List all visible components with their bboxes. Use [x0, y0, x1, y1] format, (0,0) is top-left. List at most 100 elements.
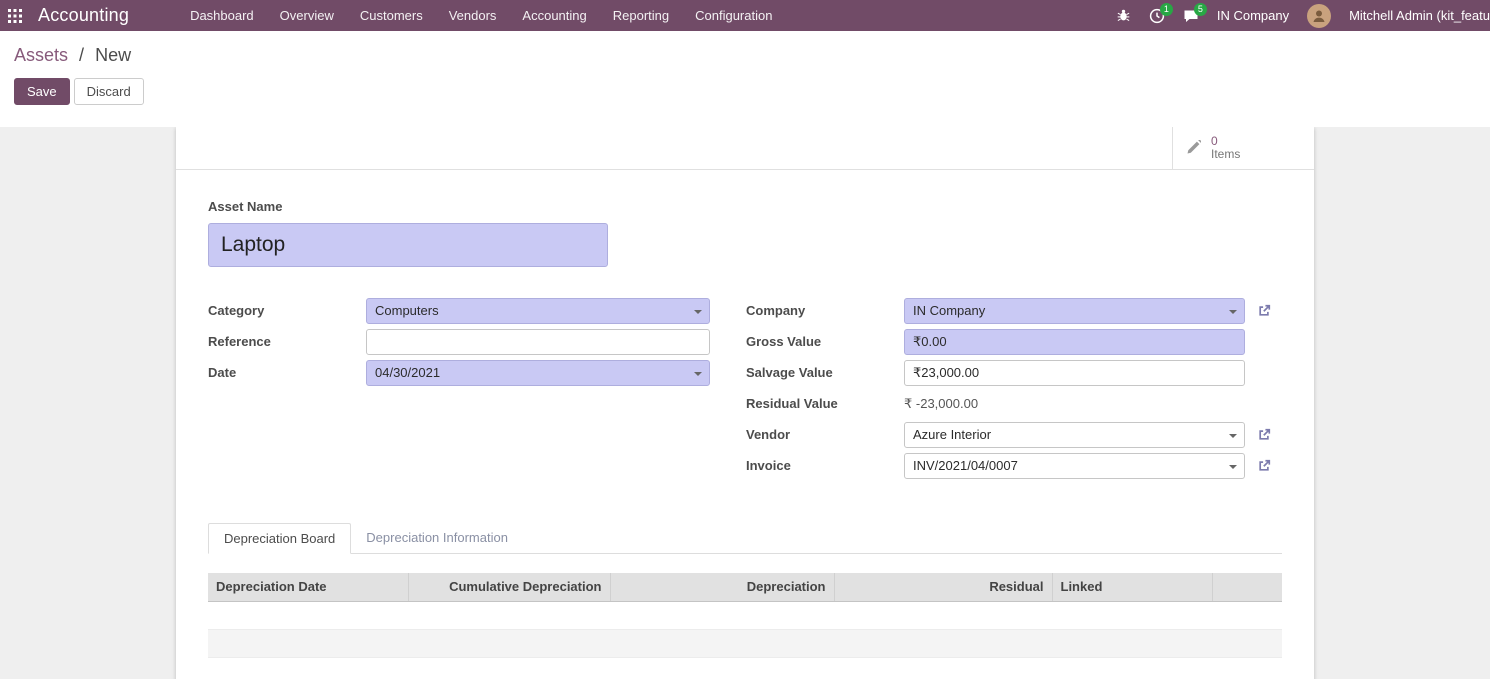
table-row [208, 601, 1282, 629]
asset-name-block: Asset Name [208, 198, 1282, 267]
col-residual[interactable]: Residual [834, 573, 1052, 601]
invoice-external-button[interactable] [1257, 458, 1272, 473]
discard-button[interactable]: Discard [74, 78, 144, 105]
company-row: Company IN Company [746, 295, 1282, 326]
vendor-label: Vendor [746, 427, 904, 442]
top-navbar: Accounting Dashboard Overview Customers … [0, 0, 1490, 31]
form-left-column: Category Computers Reference Date 04/ [208, 295, 710, 481]
vendor-value: Azure Interior [913, 427, 991, 442]
external-link-icon [1257, 303, 1272, 318]
menu-dashboard[interactable]: Dashboard [177, 0, 267, 31]
vendor-external-button[interactable] [1257, 427, 1272, 442]
chevron-down-icon [1229, 310, 1237, 314]
asset-name-label: Asset Name [208, 199, 282, 214]
residual-value-row: Residual Value ₹ -23,000.00 [746, 388, 1282, 419]
breadcrumb-separator: / [79, 45, 84, 65]
invoice-label: Invoice [746, 458, 904, 473]
col-actions [1212, 573, 1282, 601]
gross-value-input[interactable] [904, 329, 1245, 355]
gross-value-label: Gross Value [746, 334, 904, 349]
salvage-value-row: Salvage Value [746, 357, 1282, 388]
gross-value-row: Gross Value [746, 326, 1282, 357]
messages-button[interactable]: 5 [1183, 8, 1199, 24]
menu-configuration[interactable]: Configuration [682, 0, 785, 31]
items-label: Items [1211, 148, 1240, 161]
bug-icon [1116, 8, 1131, 23]
form-statbar: 0 Items [176, 127, 1314, 170]
menu-reporting[interactable]: Reporting [600, 0, 682, 31]
table-header-row: Depreciation Date Cumulative Depreciatio… [208, 573, 1282, 601]
form-action-buttons: Save Discard [14, 78, 1476, 105]
table-row [208, 629, 1282, 657]
topbar-systray: 1 5 IN Company Mitchell Admin (kit_featu [1106, 4, 1490, 28]
salvage-value-label: Salvage Value [746, 365, 904, 380]
reference-label: Reference [208, 334, 366, 349]
residual-value: ₹ -23,000.00 [904, 396, 978, 412]
company-switcher[interactable]: IN Company [1217, 8, 1289, 23]
activity-badge: 1 [1160, 3, 1173, 16]
invoice-select[interactable]: INV/2021/04/0007 [904, 453, 1245, 479]
form-right-column: Company IN Company Gross Value [746, 295, 1282, 481]
category-value: Computers [375, 303, 439, 318]
activities-button[interactable]: 1 [1149, 8, 1165, 24]
category-row: Category Computers [208, 295, 710, 326]
category-label: Category [208, 303, 366, 318]
chevron-down-icon [1229, 465, 1237, 469]
external-link-icon [1257, 427, 1272, 442]
breadcrumb: Assets / New [14, 45, 1476, 66]
company-select[interactable]: IN Company [904, 298, 1245, 324]
menu-overview[interactable]: Overview [267, 0, 347, 31]
apps-menu-button[interactable] [0, 0, 30, 31]
chevron-down-icon [694, 310, 702, 314]
app-name[interactable]: Accounting [38, 5, 129, 26]
vendor-row: Vendor Azure Interior [746, 419, 1282, 450]
user-silhouette-icon [1311, 8, 1327, 24]
tab-depreciation-information[interactable]: Depreciation Information [351, 523, 523, 553]
col-depreciation[interactable]: Depreciation [610, 573, 834, 601]
salvage-value-input[interactable] [904, 360, 1245, 386]
reference-input[interactable] [366, 329, 710, 355]
avatar[interactable] [1307, 4, 1331, 28]
messages-badge: 5 [1194, 3, 1207, 16]
items-stat-button[interactable]: 0 Items [1172, 127, 1314, 169]
main-menu: Dashboard Overview Customers Vendors Acc… [177, 0, 785, 31]
depreciation-table: Depreciation Date Cumulative Depreciatio… [208, 573, 1282, 679]
content-area: 0 Items Asset Name Category Computers [0, 127, 1490, 679]
user-menu[interactable]: Mitchell Admin (kit_featu [1349, 8, 1490, 23]
breadcrumb-current: New [95, 45, 131, 65]
menu-vendors[interactable]: Vendors [436, 0, 510, 31]
company-label: Company [746, 303, 904, 318]
reference-row: Reference [208, 326, 710, 357]
col-depreciation-date[interactable]: Depreciation Date [208, 573, 408, 601]
date-label: Date [208, 365, 366, 380]
breadcrumb-assets-link[interactable]: Assets [14, 45, 68, 65]
table-row [208, 657, 1282, 679]
category-select[interactable]: Computers [366, 298, 710, 324]
col-cumulative-depreciation[interactable]: Cumulative Depreciation [408, 573, 610, 601]
date-value: 04/30/2021 [375, 365, 440, 380]
residual-value-label: Residual Value [746, 396, 904, 411]
menu-accounting[interactable]: Accounting [509, 0, 599, 31]
apps-grid-icon [8, 9, 22, 23]
chevron-down-icon [694, 372, 702, 376]
form-field-grid: Category Computers Reference Date 04/ [208, 295, 1282, 481]
vendor-select[interactable]: Azure Interior [904, 422, 1245, 448]
save-button[interactable]: Save [14, 78, 70, 105]
asset-form-card: 0 Items Asset Name Category Computers [176, 127, 1314, 679]
notebook-tabs: Depreciation Board Depreciation Informat… [208, 523, 1282, 554]
company-external-button[interactable] [1257, 303, 1272, 318]
menu-customers[interactable]: Customers [347, 0, 436, 31]
date-row: Date 04/30/2021 [208, 357, 710, 388]
control-panel: Assets / New Save Discard [0, 31, 1490, 127]
chevron-down-icon [1229, 434, 1237, 438]
col-linked[interactable]: Linked [1052, 573, 1212, 601]
tab-depreciation-board[interactable]: Depreciation Board [208, 523, 351, 554]
invoice-value: INV/2021/04/0007 [913, 458, 1018, 473]
external-link-icon [1257, 458, 1272, 473]
company-value: IN Company [913, 303, 985, 318]
date-select[interactable]: 04/30/2021 [366, 360, 710, 386]
debug-button[interactable] [1116, 8, 1131, 23]
pencil-icon [1185, 140, 1201, 156]
asset-name-input[interactable] [208, 223, 608, 267]
form-sheet: Asset Name Category Computers Reference [176, 170, 1314, 679]
